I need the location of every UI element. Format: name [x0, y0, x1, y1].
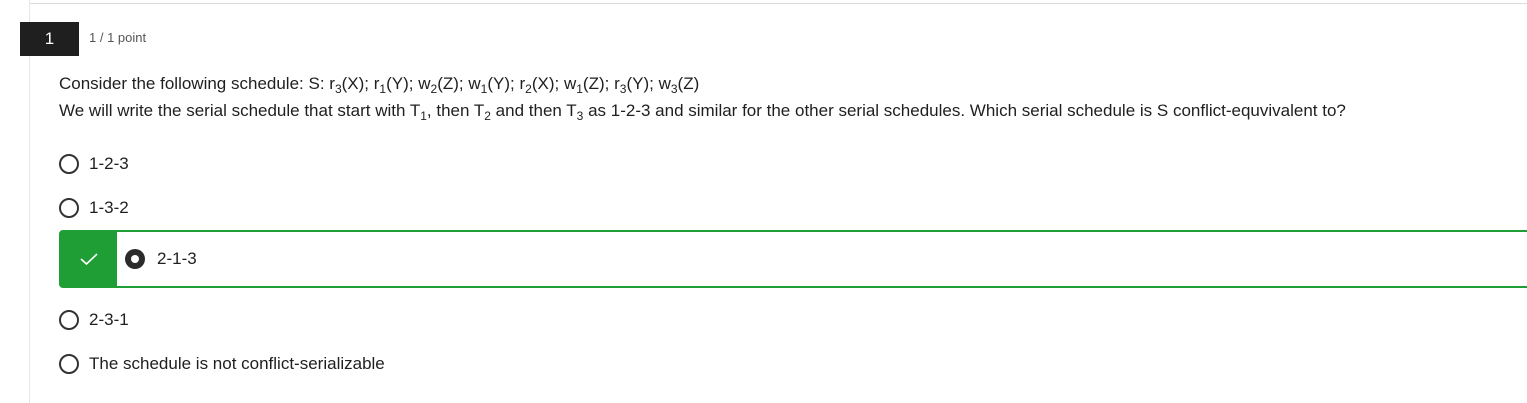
option-2-1-3[interactable]: 2-1-3 — [125, 232, 197, 286]
prompt-line-1: Consider the following schedule: S: r3(X… — [59, 70, 1346, 97]
schedule-op: w1(Z); — [563, 74, 615, 96]
schedule-op: r3(Y); — [614, 74, 659, 96]
option-label: The schedule is not conflict-serializabl… — [89, 354, 385, 373]
top-divider — [30, 3, 1527, 4]
schedule-op: w1(Y); — [468, 74, 520, 96]
schedule-op: r1(Y); — [373, 74, 419, 96]
question-prompt: Consider the following schedule: S: r3(X… — [59, 70, 1346, 124]
option-not-serializable[interactable]: The schedule is not conflict-serializabl… — [59, 354, 385, 374]
option-label: 1-3-2 — [89, 198, 129, 217]
prompt-lead: Consider the following schedule: S: — [59, 74, 330, 93]
option-2-1-3-correct[interactable]: 2-1-3 — [59, 230, 1527, 288]
radio-unselected-icon[interactable] — [59, 198, 79, 218]
option-label: 2-3-1 — [89, 310, 129, 329]
radio-selected-icon[interactable] — [125, 249, 145, 269]
correct-badge — [61, 232, 117, 286]
option-label: 1-2-3 — [89, 154, 129, 173]
question-number: 1 — [20, 22, 79, 56]
check-icon — [80, 253, 98, 266]
radio-unselected-icon[interactable] — [59, 154, 79, 174]
schedule-op: w2(Z); — [418, 74, 469, 96]
schedule-op: w3(Z) — [658, 74, 700, 96]
option-1-2-3[interactable]: 1-2-3 — [59, 154, 129, 174]
prompt-line-2: We will write the serial schedule that s… — [59, 101, 1346, 123]
schedule-op: r3(X); — [329, 74, 374, 96]
left-divider — [29, 0, 30, 403]
option-2-3-1[interactable]: 2-3-1 — [59, 310, 129, 330]
option-label: 2-1-3 — [157, 249, 197, 268]
radio-unselected-icon[interactable] — [59, 354, 79, 374]
points-label: 1 / 1 point — [89, 30, 147, 45]
schedule-op: r2(X); — [519, 74, 564, 96]
option-1-3-2[interactable]: 1-3-2 — [59, 198, 129, 218]
radio-unselected-icon[interactable] — [59, 310, 79, 330]
